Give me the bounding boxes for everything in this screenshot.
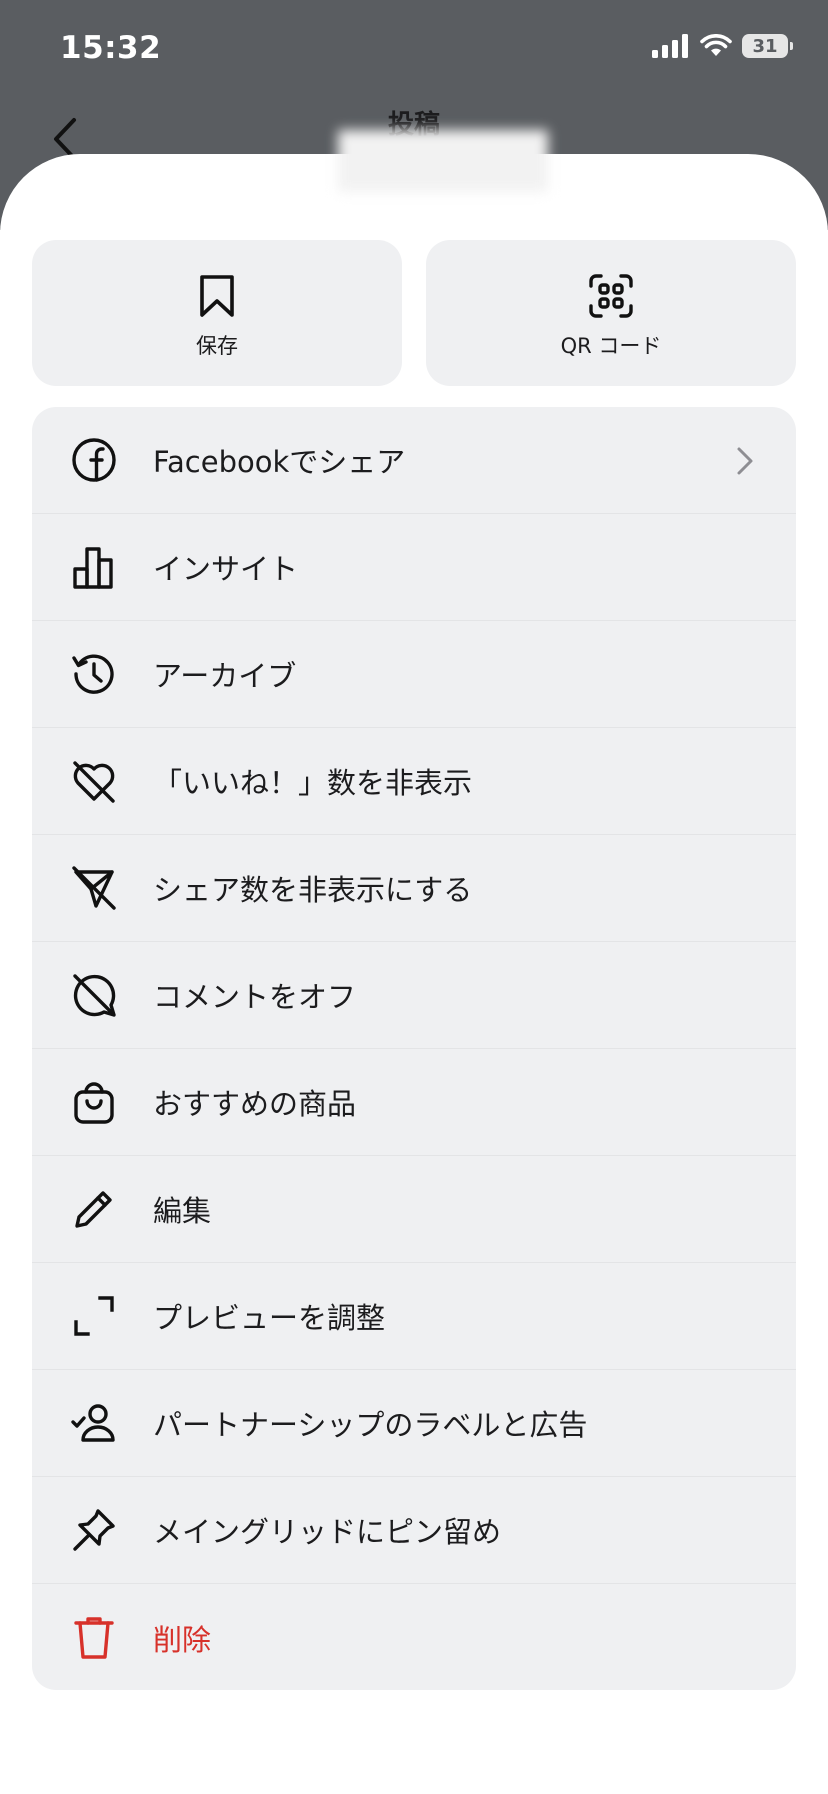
menu-item-delete[interactable]: 削除 [32,1584,796,1690]
menu-item-label: プレビューを調整 [153,1301,386,1335]
menu-item-label: パートナーシップのラベルと広告 [153,1408,588,1442]
menu-item-label: 削除 [153,1622,212,1657]
menu-item-pin-to-grid[interactable]: メイングリッドにピン留め [32,1477,796,1584]
save-button[interactable]: 保存 [32,240,402,386]
menu-item-label: 「いいね！」数を非表示 [153,766,473,800]
wifi-icon [700,34,732,56]
menu-item-edit[interactable]: 編集 [32,1156,796,1263]
battery-level: 31 [752,35,778,57]
menu-item-label: 編集 [153,1194,212,1228]
partnership-user-check-icon [71,1404,115,1442]
menu-item-insights[interactable]: インサイト [32,514,796,621]
facebook-icon [72,438,116,482]
bookmark-icon [200,275,234,317]
pencil-icon [75,1191,112,1228]
menu-item-archive[interactable]: アーカイブ [32,621,796,728]
insights-bar-chart-icon [73,547,113,589]
signal-icon [652,34,688,58]
menu-item-label: Facebookでシェア [153,445,406,479]
qr-code-button[interactable]: QR コード [426,240,796,386]
menu-item-partnership-ads[interactable]: パートナーシップのラベルと広告 [32,1370,796,1477]
share-off-icon [72,866,116,910]
menu-item-label: おすすめの商品 [153,1087,357,1121]
chevron-right-icon [737,447,753,475]
menu-item-label: シェア数を非表示にする [153,873,473,907]
menu-item-label: コメントをオフ [153,980,357,1014]
save-label: 保存 [196,334,238,358]
menu-item-share-facebook[interactable]: Facebookでシェア [32,407,796,514]
menu-item-recommended-products[interactable]: おすすめの商品 [32,1049,796,1156]
comment-off-icon [73,974,116,1017]
menu-item-hide-likes[interactable]: 「いいね！」数を非表示 [32,728,796,835]
heart-off-icon [73,761,115,803]
battery-icon: 31 [742,34,793,58]
crop-frame-icon [74,1296,114,1336]
menu-item-adjust-preview[interactable]: プレビューを調整 [32,1263,796,1370]
menu-item-label: アーカイブ [153,659,297,693]
status-icons: 31 [652,34,793,58]
pin-icon [73,1509,115,1551]
trash-icon [74,1617,114,1659]
blurred-region [338,130,548,192]
archive-history-icon [72,654,114,694]
menu-item-label: メイングリッドにピン留め [153,1515,502,1549]
menu-item-label: インサイト [153,552,299,586]
shopping-bag-icon [74,1082,114,1124]
menu-item-hide-shares[interactable]: シェア数を非表示にする [32,835,796,942]
menu-item-turn-off-comments[interactable]: コメントをオフ [32,942,796,1049]
options-menu: Facebookでシェア インサイト アーカイブ 「いいね！」数を非表示 シェア… [32,407,796,1690]
qr-code-label: QR コード [560,334,662,358]
status-time: 15:32 [60,30,162,66]
qr-code-icon [589,274,633,318]
